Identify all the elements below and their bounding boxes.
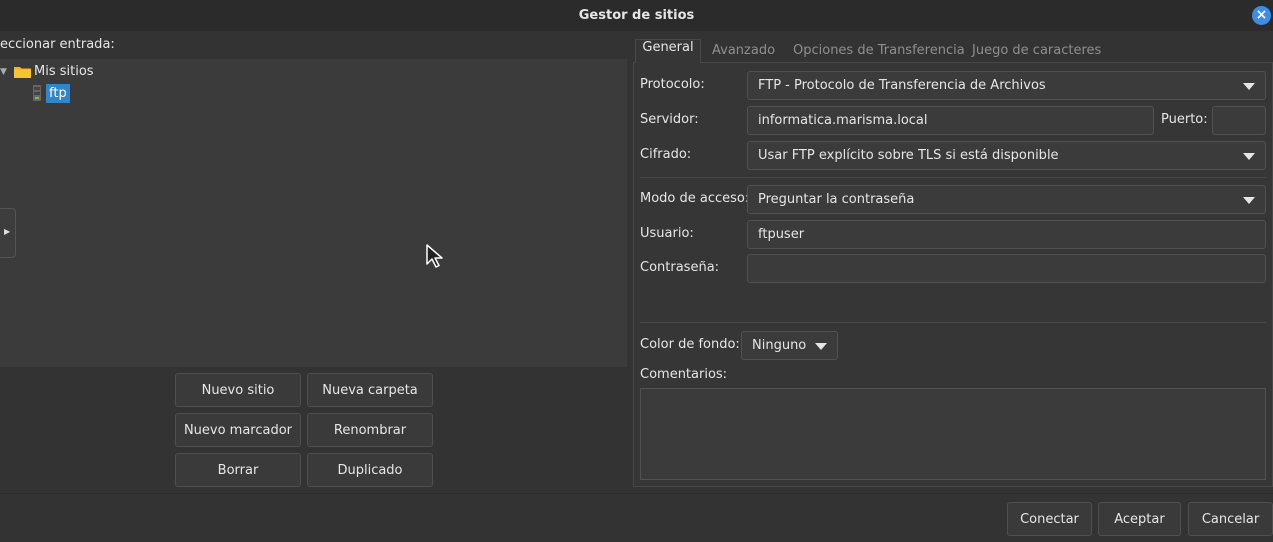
bgcolor-value: Ninguno <box>752 338 807 353</box>
bgcolor-label: Color de fondo: <box>640 337 740 352</box>
server-icon <box>33 85 41 101</box>
select-entry-label: eccionar entrada: <box>0 37 115 52</box>
encryption-select[interactable]: Usar FTP explícito sobre TLS si está dis… <box>747 141 1266 170</box>
new-folder-button[interactable]: Nueva carpeta <box>307 373 433 407</box>
footer-divider <box>0 493 1273 494</box>
ok-button[interactable]: Aceptar <box>1098 502 1181 536</box>
close-icon[interactable]: × <box>1252 6 1271 25</box>
tab-juego-caracteres[interactable]: Juego de caracteres <box>972 40 1101 62</box>
server-input[interactable]: informatica.marisma.local <box>747 106 1154 135</box>
divider <box>640 322 1266 323</box>
chevron-down-icon <box>1243 83 1255 90</box>
password-label: Contraseña: <box>640 260 720 275</box>
bgcolor-select[interactable]: Ninguno <box>741 331 838 360</box>
tree-item-ftp[interactable]: ftp <box>46 84 70 103</box>
server-label: Servidor: <box>640 112 699 127</box>
connect-button[interactable]: Conectar <box>1007 502 1092 536</box>
protocol-value: FTP - Protocolo de Transferencia de Arch… <box>758 78 1046 93</box>
arrow-right-icon: ▶ <box>4 227 11 236</box>
cancel-button[interactable]: Cancelar <box>1188 502 1273 536</box>
user-label: Usuario: <box>640 226 694 241</box>
folder-icon <box>14 67 31 78</box>
port-input[interactable] <box>1212 106 1266 135</box>
chevron-down-icon <box>1243 153 1255 160</box>
tab-general[interactable]: General <box>635 39 701 63</box>
comments-textarea[interactable] <box>640 388 1266 480</box>
new-site-button[interactable]: Nuevo sitio <box>175 373 301 407</box>
site-tree[interactable] <box>0 59 627 367</box>
logon-type-value: Preguntar la contraseña <box>758 192 915 207</box>
protocol-label: Protocolo: <box>640 77 705 92</box>
expand-arrow-icon[interactable]: ▼ <box>0 62 7 82</box>
mouse-pointer-icon <box>426 244 443 268</box>
window-title: Gestor de sitios <box>578 8 695 23</box>
logon-type-select[interactable]: Preguntar la contraseña <box>747 185 1266 214</box>
divider <box>640 177 1266 178</box>
panel-toggle-handle[interactable]: ▶ <box>0 208 16 258</box>
chevron-down-icon <box>815 343 827 350</box>
logon-type-label: Modo de acceso: <box>640 191 750 206</box>
encryption-label: Cifrado: <box>640 147 692 162</box>
chevron-down-icon <box>1243 197 1255 204</box>
port-label: Puerto: <box>1161 112 1208 127</box>
encryption-value: Usar FTP explícito sobre TLS si está dis… <box>758 148 1059 163</box>
duplicate-button[interactable]: Duplicado <box>307 453 433 487</box>
rename-button[interactable]: Renombrar <box>307 413 433 447</box>
user-input[interactable]: ftpuser <box>747 220 1266 249</box>
delete-button[interactable]: Borrar <box>175 453 301 487</box>
password-input[interactable] <box>747 254 1266 283</box>
tree-item-mis-sitios[interactable]: Mis sitios <box>34 62 94 82</box>
protocol-select[interactable]: FTP - Protocolo de Transferencia de Arch… <box>747 71 1266 100</box>
new-bookmark-button[interactable]: Nuevo marcador <box>175 413 301 447</box>
tab-opciones-transferencia[interactable]: Opciones de Transferencia <box>793 40 965 62</box>
comments-label: Comentarios: <box>640 367 728 382</box>
tab-avanzado[interactable]: Avanzado <box>712 40 775 62</box>
